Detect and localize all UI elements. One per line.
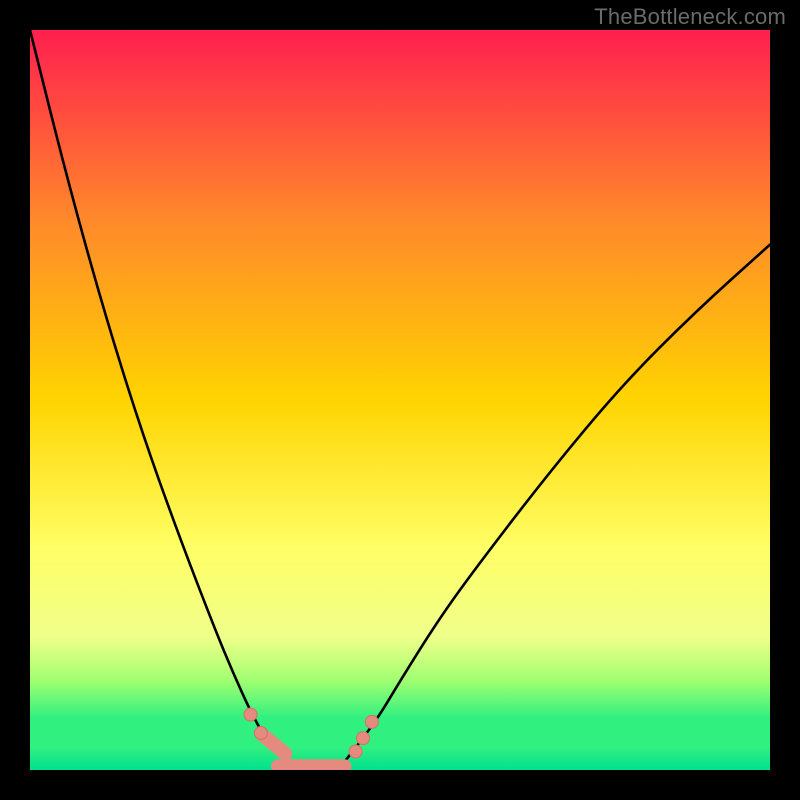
right-dot-lower [349,745,362,758]
left-dot-lower [254,727,267,740]
right-dot-upper [365,715,378,728]
watermark-text: TheBottleneck.com [594,4,786,30]
right-dot-mid [357,732,370,745]
left-stub-bar [263,735,285,754]
curve-right-branch [341,245,770,767]
chart-curves [30,30,770,770]
left-dot-upper [244,708,257,721]
plot-area [30,30,770,770]
curve-left-branch [30,30,296,766]
chart-frame: TheBottleneck.com [0,0,800,800]
